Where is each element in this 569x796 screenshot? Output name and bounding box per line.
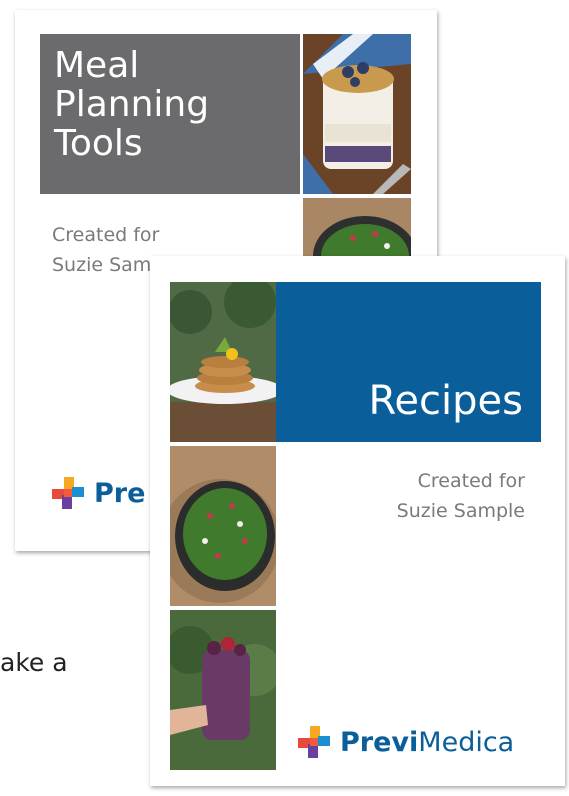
front-created-for-line-2: Suzie Sample (396, 500, 525, 522)
back-title-block: Meal Planning Tools (40, 34, 300, 194)
front-title: Recipes (368, 378, 523, 424)
front-title-block: Recipes (276, 282, 541, 442)
back-logo-text: Pre (94, 477, 146, 509)
front-created-for-line-1: Created for (417, 470, 525, 492)
back-created-for: Created for Suzie Sam (52, 220, 159, 280)
back-title-line-3: Tools (54, 123, 143, 164)
back-created-for-line-1: Created for (52, 224, 160, 246)
front-logo-bold: Previ (340, 726, 419, 758)
previmedica-cross-logo-icon (298, 726, 330, 758)
front-logo: PreviMedica (298, 726, 514, 758)
kale-salad-photo (170, 446, 276, 606)
kale-salad-photo-back (303, 198, 411, 256)
front-logo-light: Medica (418, 726, 515, 758)
background-text-fragment: ake a (0, 648, 68, 677)
berry-smoothie-photo (170, 610, 276, 770)
back-title-line-2: Planning (54, 84, 210, 125)
back-title-line-1: Meal (54, 45, 140, 86)
back-created-for-line-2: Suzie Sam (52, 254, 152, 276)
back-logo: Pre (52, 477, 145, 509)
pancakes-photo (170, 282, 276, 442)
front-created-for: Created for Suzie Sample (397, 466, 525, 526)
previmedica-cross-logo-icon (52, 477, 84, 509)
recipes-cover: Recipes Created for Suzie Sample PreviMe… (150, 256, 565, 786)
yogurt-parfait-photo (303, 34, 411, 194)
